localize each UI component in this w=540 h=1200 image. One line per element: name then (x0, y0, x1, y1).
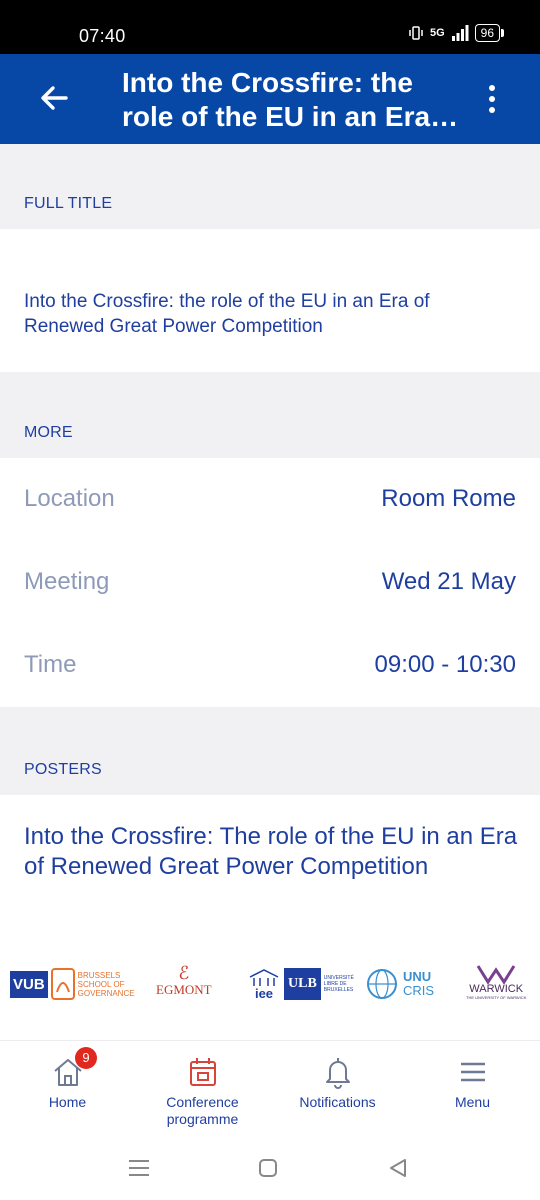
recents-icon[interactable] (128, 1158, 150, 1178)
back-arrow-icon[interactable] (36, 80, 72, 116)
warwick-crest-icon (476, 965, 516, 984)
tab-label: Menu (454, 1094, 491, 1110)
home-nav-icon[interactable] (258, 1158, 278, 1178)
egmont-logo: ℰ EGMONT (156, 963, 212, 997)
detail-label: Time (24, 651, 77, 678)
tab-label: Home (48, 1094, 87, 1110)
calendar-icon (189, 1058, 216, 1086)
tab-label: Notifications (299, 1094, 376, 1110)
owl-icon (50, 968, 75, 1000)
detail-label: Meeting (24, 568, 110, 595)
detail-value: Room Rome (381, 485, 516, 512)
section-header-more: MORE (0, 372, 540, 458)
hamburger-menu-icon (460, 1062, 485, 1082)
unu-cris-logo: UNU CRIS (366, 964, 434, 1004)
app-bar: Into the Crossfire: the role of the EU i… (0, 54, 540, 144)
tab-label: Conference programme (166, 1094, 239, 1127)
tab-home[interactable]: 9 Home (0, 1041, 135, 1141)
status-time: 07:40 (79, 26, 126, 46)
detail-label: Location (24, 485, 115, 512)
network-type: 5G (429, 27, 445, 39)
back-nav-icon[interactable] (388, 1158, 408, 1178)
detail-row-location: Location Room Rome (0, 458, 540, 542)
full-title-card: Into the Crossfire: the role of the EU i… (0, 229, 540, 372)
bottom-tab-bar: 9 Home Conference programme Notification… (0, 1040, 540, 1141)
sponsor-logos: VUB BRUSSELS SCHOOL OF GOVERNANCE ℰ EGMO… (0, 930, 540, 1038)
tab-menu[interactable]: Menu (405, 1041, 540, 1141)
detail-value: Wed 21 May (381, 568, 516, 595)
status-bar: 07:40 5G 96 (0, 0, 540, 54)
detail-row-time: Time 09:00 - 10:30 (0, 624, 540, 707)
more-vertical-icon[interactable] (482, 82, 502, 116)
iee-ulb-logo: iee ULB UNIVERSITÉ LIBRE DE BRUXELLES (248, 964, 354, 1004)
bell-icon (325, 1058, 350, 1089)
system-nav-bar (0, 1140, 540, 1200)
section-title-full-title: FULL TITLE (24, 195, 113, 212)
poster-link[interactable]: Into the Crossfire: The role of the EU i… (24, 822, 519, 882)
warwick-logo: WARWICK THE UNIVERSITY OF WARWICK (466, 964, 526, 1004)
section-header-posters: POSTERS (0, 707, 540, 795)
status-icons: 5G 96 (408, 24, 505, 42)
un-globe-icon (367, 969, 397, 999)
section-title-posters: POSTERS (24, 761, 102, 778)
building-icon (249, 968, 279, 986)
signal-icon (451, 25, 469, 41)
detail-row-meeting: Meeting Wed 21 May (0, 541, 540, 625)
vub-logo: VUB BRUSSELS SCHOOL OF GOVERNANCE (10, 964, 135, 1004)
tab-notifications[interactable]: Notifications (270, 1041, 405, 1141)
detail-value: 09:00 - 10:30 (374, 651, 516, 678)
full-title-text: Into the Crossfire: the role of the EU i… (24, 291, 430, 337)
tab-conference-programme[interactable]: Conference programme (135, 1041, 270, 1141)
section-title-more: MORE (24, 424, 73, 441)
battery-indicator: 96 (474, 24, 505, 42)
vibrate-icon (409, 26, 423, 40)
page-title: Into the Crossfire: the role of the EU i… (122, 67, 431, 132)
section-header-full-title: FULL TITLE (0, 144, 540, 229)
home-badge: 9 (75, 1047, 97, 1069)
